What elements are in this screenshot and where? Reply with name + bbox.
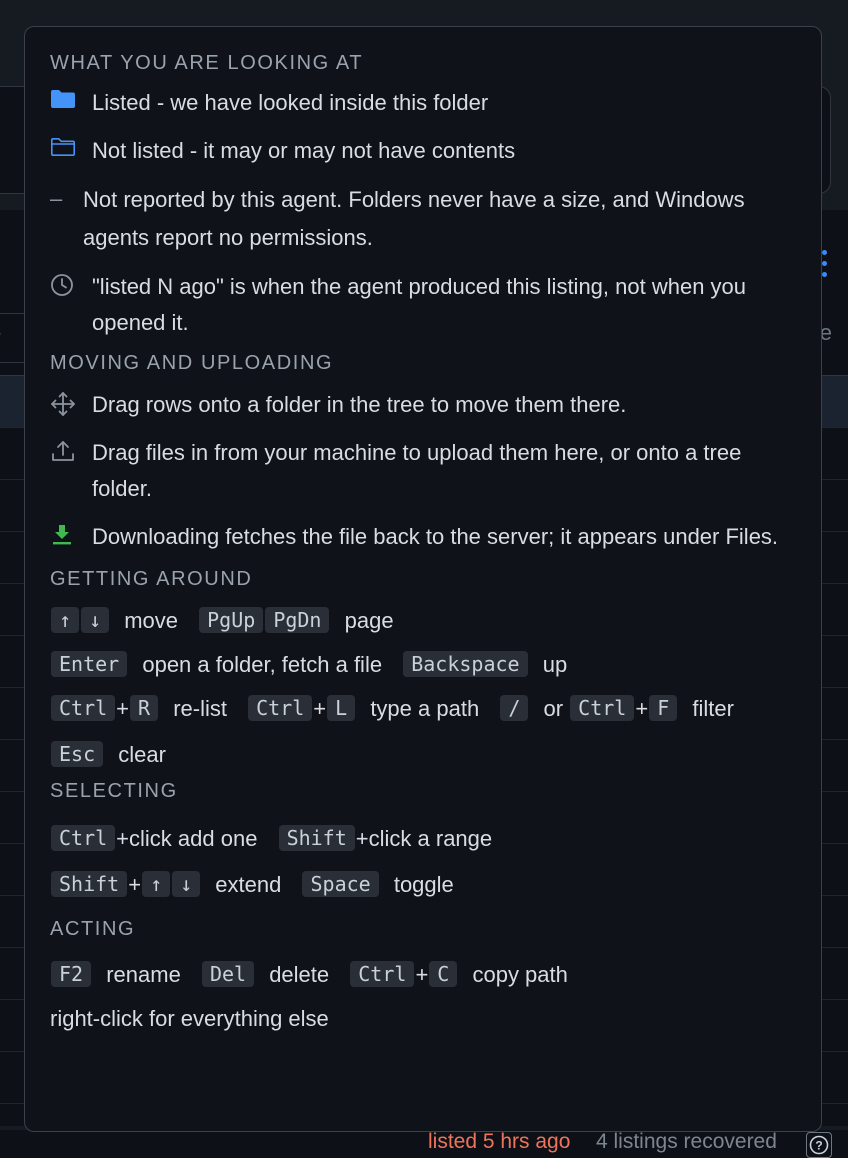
key-up: ↑ (51, 607, 80, 633)
dash-symbol: – (50, 186, 63, 211)
key-esc: Esc (51, 741, 104, 767)
recovered-status: 4 listings recovered (596, 1130, 777, 1153)
download-icon (50, 519, 92, 555)
legend-not-reported-text: Not reported by this agent. Folders neve… (83, 187, 745, 250)
help-popover: WHAT YOU ARE LOOKING AT Listed - we have… (24, 26, 822, 1132)
shortcut-line-relist: Ctrl + R re-list Ctrl + L type a path / or C… (50, 687, 796, 731)
legend-listed-ago-text: "listed N ago" is when the agent produce… (92, 274, 747, 335)
key-down: ↓ (81, 607, 110, 633)
help-drag-files-text: Drag files in from your machine to uploa… (92, 440, 742, 501)
help-downloading: Downloading fetches the file back to the… (50, 519, 796, 555)
key-f: F (649, 695, 678, 721)
key-del: Del (201, 961, 255, 987)
key-ctrl: Ctrl (248, 695, 313, 721)
help-right-click: right-click for everything else (50, 1006, 329, 1031)
legend-listed-text: Listed - we have looked inside this fold… (92, 90, 489, 115)
listed-age-status: listed 5 hrs ago (428, 1130, 571, 1153)
legend-not-reported: – Not reported by this agent. Folders ne… (50, 181, 796, 257)
key-up: ↑ (142, 871, 171, 897)
shortcut-line-acting: F2 rename Del delete Ctrl + C copy path (50, 953, 796, 997)
key-ctrl: Ctrl (51, 825, 116, 851)
key-pgdn: PgDn (265, 607, 330, 633)
section-heading-getting-around: GETTING AROUND (50, 568, 253, 590)
shortcut-line-move: ↑ ↓ move PgUp PgDn page (50, 599, 796, 643)
key-enter: Enter (51, 651, 128, 677)
shortcut-line-click: Ctrl +click add one Shift +click a range (50, 817, 796, 861)
svg-text:?: ? (815, 1139, 822, 1153)
section-heading-looking: WHAT YOU ARE LOOKING AT (50, 52, 364, 74)
app-header (0, 0, 848, 24)
key-shift: Shift (278, 825, 355, 851)
section-heading-moving: MOVING AND UPLOADING (50, 352, 334, 374)
legend-not-listed: Not listed - it may or may not have cont… (50, 133, 796, 169)
help-icon: ? (809, 1135, 829, 1155)
key-c: C (429, 961, 458, 987)
key-down: ↓ (172, 871, 201, 897)
filter-input[interactable]: r (0, 313, 25, 363)
section-heading-selecting: SELECTING (50, 780, 178, 802)
key-backspace: Backspace (403, 651, 528, 677)
key-r: R (130, 695, 159, 721)
key-space: Space (302, 871, 379, 897)
help-downloading-text: Downloading fetches the file back to the… (92, 524, 779, 549)
move-arrows-icon (50, 387, 92, 423)
key-ctrl: Ctrl (350, 961, 415, 987)
shortcut-line-esc: Esc clear (50, 733, 796, 777)
status-bar: listed 5 hrs ago 4 listings recovered ? (0, 1130, 848, 1158)
upload-icon (50, 435, 92, 471)
key-f2: F2 (51, 961, 92, 987)
help-drag-files: Drag files in from your machine to uploa… (50, 435, 796, 507)
key-shift: Shift (51, 871, 128, 897)
key-pgup: PgUp (199, 607, 264, 633)
help-drag-rows: Drag rows onto a folder in the tree to m… (50, 387, 796, 423)
key-l: L (327, 695, 356, 721)
more-options-icon[interactable] (822, 250, 828, 283)
legend-listed: Listed - we have looked inside this fold… (50, 85, 796, 121)
folder-filled-icon (50, 85, 92, 121)
key-ctrl: Ctrl (51, 695, 116, 721)
shortcut-line-extend: Shift + ↑ ↓ extend Space toggle (50, 863, 796, 907)
legend-listed-ago: "listed N ago" is when the agent produce… (50, 269, 796, 341)
help-button[interactable]: ? (806, 1132, 832, 1158)
clock-icon (50, 269, 92, 305)
shortcut-line-enter: Enter open a folder, fetch a file Backsp… (50, 643, 796, 687)
help-drag-rows-text: Drag rows onto a folder in the tree to m… (92, 392, 627, 417)
section-heading-acting: ACTING (50, 918, 136, 940)
legend-not-listed-text: Not listed - it may or may not have cont… (92, 138, 516, 163)
folder-outline-icon (50, 133, 92, 169)
key-ctrl: Ctrl (570, 695, 635, 721)
key-slash: / (500, 695, 529, 721)
